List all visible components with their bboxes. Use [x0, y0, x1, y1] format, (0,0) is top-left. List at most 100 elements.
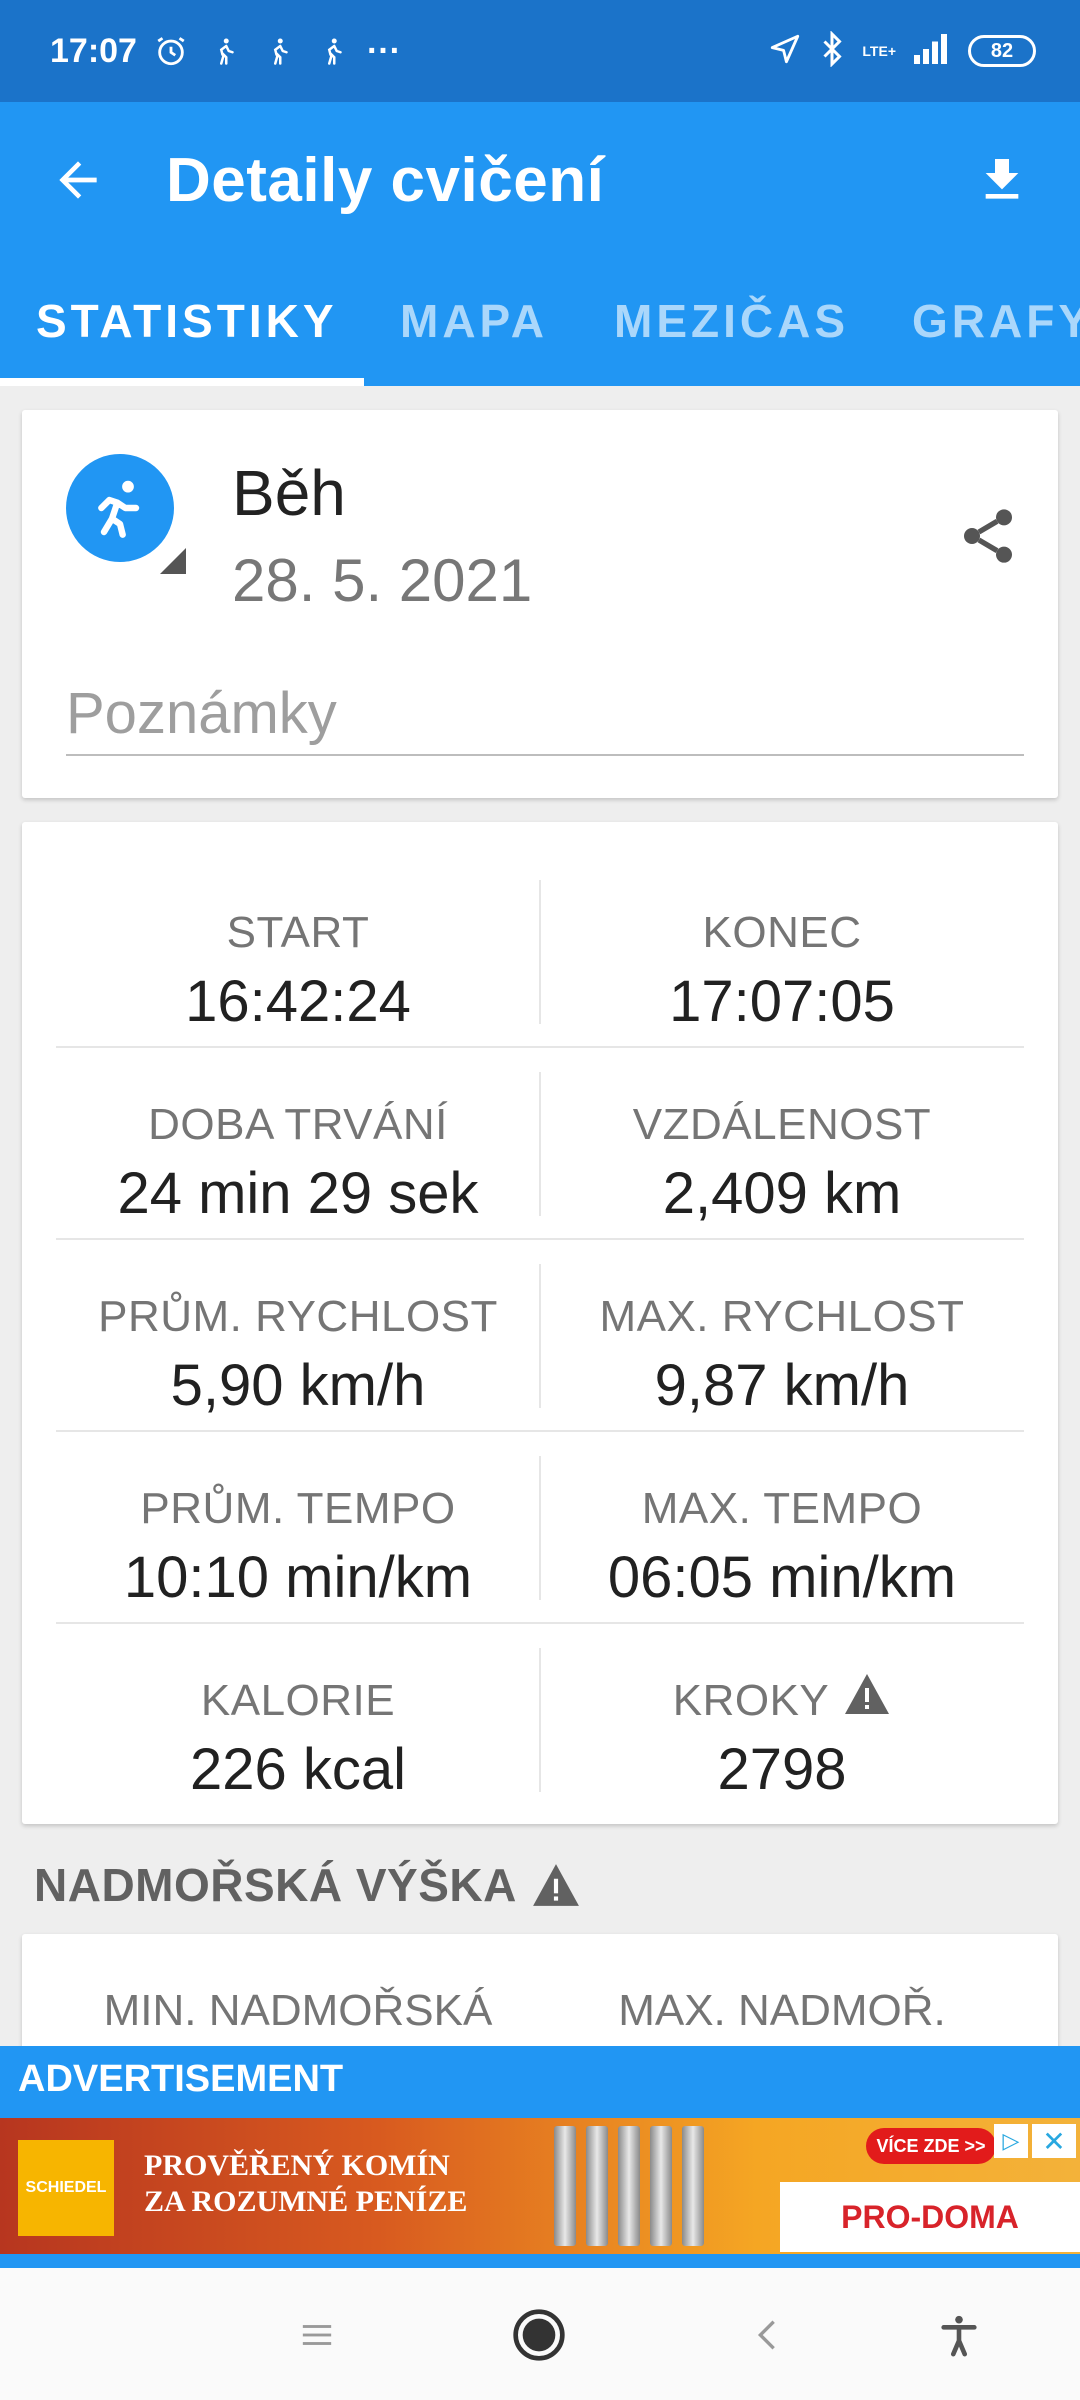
battery-icon: 82 — [968, 35, 1036, 67]
stat-value: 5,90 km/h — [170, 1353, 426, 1418]
page-title: Detaily cvičení — [166, 145, 605, 215]
stat-label-text: KROKY — [672, 1676, 830, 1725]
running-icon — [98, 480, 140, 538]
stat-duration: DOBA TRVÁNÍ 24 min 29 sek — [56, 1048, 540, 1240]
ad-close-button[interactable]: ✕ — [1032, 2124, 1076, 2158]
ad-headline-line: PROVĚŘENÝ KOMÍN — [144, 2149, 450, 2182]
stat-label: START — [226, 908, 370, 957]
stat-label: PRŮM. TEMPO — [140, 1484, 456, 1533]
download-button[interactable] — [964, 142, 1040, 218]
walking-icon — [259, 31, 299, 71]
stat-max-pace: MAX. TEMPO 06:05 min/km — [540, 1432, 1024, 1624]
menu-icon — [302, 2325, 332, 2345]
status-time: 17:07 — [50, 31, 137, 70]
stat-row: START 16:42:24 KONEC 17:07:05 — [56, 856, 1024, 1048]
activity-type-dropdown-icon — [160, 548, 186, 574]
ad-headline-line: ZA ROZUMNÉ PENÍZE — [144, 2185, 468, 2218]
stat-value: 24 min 29 sek — [117, 1161, 479, 1226]
home-icon — [513, 2309, 565, 2361]
stat-value: 10:10 min/km — [123, 1545, 473, 1610]
stat-label: KALORIE — [200, 1676, 396, 1725]
back-nav-button[interactable] — [732, 2300, 802, 2370]
elevation-section-header: NADMOŘSKÁ VÝŠKA — [34, 1858, 581, 1912]
status-left: 17:07 ··· — [50, 31, 401, 71]
system-nav-bar — [0, 2268, 1080, 2400]
alarm-icon — [151, 31, 191, 71]
stat-steps: KROKY 2798 — [540, 1624, 1024, 1816]
ad-cta-button[interactable]: VÍCE ZDE >> — [866, 2128, 996, 2164]
ad-title: ADVERTISEMENT — [18, 2058, 344, 2100]
stat-row: DOBA TRVÁNÍ 24 min 29 sek VZDÁLENOST 2,4… — [56, 1048, 1024, 1240]
ad-banner[interactable]: SCHIEDEL PROVĚŘENÝ KOMÍN ZA ROZUMNÉ PENÍ… — [0, 2118, 1080, 2254]
tab-statistiky[interactable]: STATISTIKY — [36, 294, 338, 348]
download-icon — [985, 159, 1019, 199]
activity-date: 28. 5. 2021 — [232, 547, 533, 614]
accessibility-button[interactable] — [924, 2300, 994, 2370]
stat-label: PRŮM. RYCHLOST — [98, 1292, 498, 1341]
warning-icon[interactable] — [843, 1672, 891, 1727]
chevron-left-icon — [757, 2320, 775, 2350]
activity-name: Běh — [232, 457, 346, 529]
stat-avg-pace: PRŮM. TEMPO 10:10 min/km — [56, 1432, 540, 1624]
stat-label: DOBA TRVÁNÍ — [148, 1100, 448, 1149]
stat-row: PRŮM. RYCHLOST 5,90 km/h MAX. RYCHLOST 9… — [56, 1240, 1024, 1432]
stat-label: MAX. NADMOŘ. — [618, 1986, 946, 2035]
tab-mezicas[interactable]: MEZIČAS — [614, 294, 849, 348]
ad-headline: PROVĚŘENÝ KOMÍN ZA ROZUMNÉ PENÍZE — [144, 2148, 467, 2220]
stat-value: 2,409 km — [662, 1161, 902, 1226]
stat-label-with-icon: KROKY — [540, 1673, 1024, 1727]
section-title: NADMOŘSKÁ VÝŠKA — [34, 1859, 517, 1911]
stat-distance: VZDÁLENOST 2,409 km — [540, 1048, 1024, 1240]
stat-label: MIN. NADMOŘSKÁ — [103, 1986, 493, 2035]
stat-value: 17:07:05 — [669, 969, 895, 1034]
ad-choices-icon[interactable]: ▷ — [994, 2124, 1028, 2158]
stat-label: MAX. TEMPO — [641, 1484, 923, 1533]
signal-icon — [914, 33, 950, 69]
warning-icon[interactable] — [531, 1862, 581, 1908]
stat-calories: KALORIE 226 kcal — [56, 1624, 540, 1816]
location-arrow-icon — [768, 32, 802, 71]
arrow-back-icon — [59, 161, 97, 199]
more-notifications-icon: ··· — [366, 31, 401, 70]
menu-button[interactable] — [282, 2300, 352, 2370]
ad-product-image — [554, 2126, 754, 2250]
status-bar: 17:07 ··· LTE+ 82 — [0, 0, 1080, 102]
stat-label: MAX. RYCHLOST — [599, 1292, 965, 1341]
stat-value: 2798 — [717, 1737, 847, 1802]
share-button[interactable] — [948, 496, 1028, 576]
advertisement: ADVERTISEMENT SCHIEDEL PROVĚŘENÝ KOMÍN Z… — [0, 2046, 1080, 2268]
ad-logo: SCHIEDEL — [18, 2140, 114, 2236]
stat-value: 06:05 min/km — [607, 1545, 957, 1610]
walking-icon — [313, 31, 353, 71]
stat-max-speed: MAX. RYCHLOST 9,87 km/h — [540, 1240, 1024, 1432]
tab-indicator — [0, 378, 364, 386]
stat-label: VZDÁLENOST — [632, 1100, 932, 1149]
stat-start: START 16:42:24 — [56, 856, 540, 1048]
walking-icon — [205, 31, 245, 71]
tab-bar: STATISTIKY MAPA MEZIČAS GRAFY — [0, 258, 1080, 386]
elevation-card: MIN. NADMOŘSKÁ MAX. NADMOŘ. — [22, 1934, 1058, 2054]
activity-type-button[interactable] — [66, 454, 174, 562]
network-type: LTE+ — [862, 43, 896, 59]
home-button[interactable] — [504, 2300, 574, 2370]
ad-brand: PRO-DOMA — [780, 2182, 1080, 2252]
app-bar: Detaily cvičení — [0, 102, 1080, 258]
stat-end: KONEC 17:07:05 — [540, 856, 1024, 1048]
stat-value: 9,87 km/h — [654, 1353, 910, 1418]
status-right: LTE+ 82 — [768, 29, 1036, 72]
stat-row: KALORIE 226 kcal KROKY 2798 — [56, 1624, 1024, 1816]
stats-card: START 16:42:24 KONEC 17:07:05 DOBA TRVÁN… — [22, 822, 1058, 1824]
bluetooth-icon — [820, 29, 844, 72]
stat-value: 16:42:24 — [185, 969, 411, 1034]
activity-card: Běh 28. 5. 2021 — [22, 410, 1058, 798]
stat-label: KONEC — [702, 908, 862, 957]
stat-value: 226 kcal — [189, 1737, 407, 1802]
notes-input[interactable] — [66, 672, 1024, 756]
share-icon — [964, 509, 1012, 563]
stat-row: PRŮM. TEMPO 10:10 min/km MAX. TEMPO 06:0… — [56, 1432, 1024, 1624]
back-button[interactable] — [40, 142, 116, 218]
tab-grafy[interactable]: GRAFY — [912, 294, 1080, 348]
accessibility-icon — [941, 2315, 977, 2357]
tab-mapa[interactable]: MAPA — [400, 294, 548, 348]
stat-avg-speed: PRŮM. RYCHLOST 5,90 km/h — [56, 1240, 540, 1432]
